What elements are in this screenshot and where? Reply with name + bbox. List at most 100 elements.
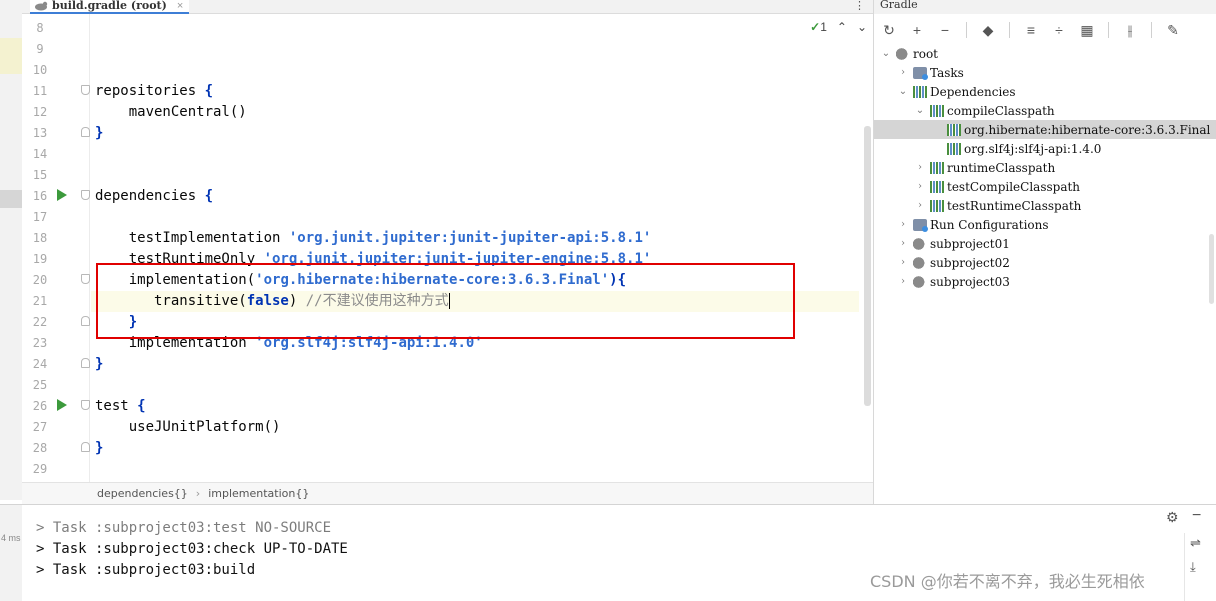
chevron-down-icon[interactable]: ⌄ <box>897 86 909 97</box>
tree-item-label: subproject03 <box>930 274 1010 289</box>
chevron-right-icon[interactable]: › <box>914 162 926 173</box>
fold-marker[interactable] <box>81 274 90 284</box>
tree-item-subproject02[interactable]: › subproject02 <box>874 253 1216 272</box>
tab-build-gradle[interactable]: build.gradle (root) × <box>30 0 190 14</box>
chevron-up-icon[interactable]: ⌃ <box>837 20 847 34</box>
line-number: 28 <box>32 441 48 455</box>
tree-item-tasks[interactable]: › Tasks <box>874 63 1216 82</box>
fold-marker[interactable] <box>81 127 90 137</box>
fold-marker[interactable] <box>81 442 90 452</box>
tree-item-label: subproject02 <box>930 255 1010 270</box>
breadcrumb-item[interactable]: dependencies{} <box>97 487 188 500</box>
close-icon[interactable]: × <box>177 0 183 12</box>
run-icon[interactable] <box>57 399 67 411</box>
fold-marker[interactable] <box>81 400 90 410</box>
code-line-27: useJUnitPlatform() <box>95 419 281 435</box>
library-icon <box>947 123 961 136</box>
tree-item-label: compileClasspath <box>947 103 1055 118</box>
scroll-to-end-icon[interactable]: ⤓ <box>1190 559 1196 575</box>
reload-icon[interactable]: ↻ <box>882 23 896 37</box>
breadcrumb: dependencies{} › implementation{} <box>22 482 873 504</box>
chevron-right-icon[interactable]: › <box>897 276 909 287</box>
add-icon[interactable]: + <box>910 23 924 37</box>
collapse-all-icon[interactable]: ÷ <box>1052 23 1066 37</box>
tree-item-compileclasspath[interactable]: ⌄ compileClasspath <box>874 101 1216 120</box>
line-number: 21 <box>32 294 48 308</box>
check-icon: ✓ <box>810 20 821 34</box>
tree-item-label: runtimeClasspath <box>947 160 1056 175</box>
tree-item-subproject03[interactable]: › subproject03 <box>874 272 1216 291</box>
line-number: 26 <box>32 399 48 413</box>
line-number: 25 <box>32 378 48 392</box>
strip-highlight <box>0 190 22 208</box>
fold-marker[interactable] <box>81 190 90 200</box>
more-tabs-icon[interactable]: ⋮ <box>854 0 865 12</box>
tree-item-root[interactable]: ⌄ root <box>874 44 1216 63</box>
tree-item-testruntimeclasspath[interactable]: › testRuntimeClasspath <box>874 196 1216 215</box>
code-line-26: test { <box>95 398 146 414</box>
line-number: 20 <box>32 273 48 287</box>
breadcrumb-item[interactable]: implementation{} <box>208 487 309 500</box>
line-number: 16 <box>32 189 48 203</box>
toolbar-separator <box>1151 22 1152 38</box>
line-number: 13 <box>32 126 48 140</box>
library-icon <box>930 104 944 117</box>
code-line-28: } <box>95 440 104 456</box>
tree-item-dependencies[interactable]: ⌄ Dependencies <box>874 82 1216 101</box>
gradle-elephant-icon <box>913 275 927 288</box>
gradle-tool-window: Gradle ↻ + − ◆ ≡ ÷ ▦ ⫲ ✎ ⌄ root › Tasks … <box>873 0 1216 504</box>
wrench-icon[interactable]: ✎ <box>1166 23 1180 37</box>
tree-item-runtimeclasspath[interactable]: › runtimeClasspath <box>874 158 1216 177</box>
tree-item-testcompileclasspath[interactable]: › testCompileClasspath <box>874 177 1216 196</box>
tree-item-subproject01[interactable]: › subproject01 <box>874 234 1216 253</box>
console-left-strip: 4 ms <box>0 505 22 601</box>
gradle-scrollbar[interactable] <box>1209 234 1214 304</box>
editor-scrollbar[interactable] <box>864 126 871 406</box>
console-line: > Task :subproject03:test NO-SOURCE <box>36 520 332 536</box>
soft-wrap-icon[interactable]: ⇌ <box>1190 535 1201 551</box>
inspection-widget[interactable]: ✓1 ⌃ ⌄ <box>810 20 867 34</box>
code-editor[interactable]: 8 9 10 11 12 13 14 15 16 17 18 19 20 21 … <box>22 14 873 482</box>
chevron-down-icon[interactable]: ⌄ <box>857 20 867 34</box>
minimize-icon[interactable]: − <box>1192 507 1201 525</box>
chevron-right-icon[interactable]: › <box>897 238 909 249</box>
fold-marker[interactable] <box>81 85 90 95</box>
left-tool-strip <box>0 0 22 500</box>
chevron-right-icon[interactable]: › <box>914 181 926 192</box>
line-number: 11 <box>32 84 48 98</box>
tree-item-slf4j-api[interactable]: org.slf4j:slf4j-api:1.4.0 <box>874 139 1216 158</box>
console-line: > Task :subproject03:build <box>36 562 256 578</box>
tree-item-hibernate-core[interactable]: org.hibernate:hibernate-core:3.6.3.Final <box>874 120 1216 139</box>
chevron-down-icon[interactable]: ⌄ <box>914 105 926 116</box>
offline-mode-icon[interactable]: ⫲ <box>1123 23 1137 37</box>
expand-all-icon[interactable]: ≡ <box>1024 23 1038 37</box>
line-number: 27 <box>32 420 48 434</box>
library-icon <box>930 199 944 212</box>
library-icon <box>947 142 961 155</box>
remove-icon[interactable]: − <box>938 23 952 37</box>
watermark: CSDN @你若不离不弃，我必生死相依 <box>870 572 1145 591</box>
tree-item-label: Dependencies <box>930 84 1016 99</box>
fold-marker[interactable] <box>81 316 90 326</box>
tree-item-run-configurations[interactable]: › Run Configurations <box>874 215 1216 234</box>
chevron-right-icon[interactable]: › <box>897 67 909 78</box>
chevron-right-icon[interactable]: › <box>914 200 926 211</box>
fold-marker[interactable] <box>81 358 90 368</box>
library-icon <box>930 161 944 174</box>
tree-item-label: Run Configurations <box>930 217 1049 232</box>
line-number: 14 <box>32 147 48 161</box>
console-line: > Task :subproject03:check UP-TO-DATE <box>36 541 348 557</box>
gear-icon[interactable]: ⚙ <box>1166 509 1179 526</box>
line-number: 15 <box>32 168 48 182</box>
chevron-right-icon[interactable]: › <box>897 257 909 268</box>
code-line-11: repositories { <box>95 83 214 99</box>
folder-icon <box>913 218 928 232</box>
chevron-right-icon[interactable]: › <box>897 219 909 230</box>
chevron-down-icon[interactable]: ⌄ <box>880 48 892 59</box>
group-modules-icon[interactable]: ▦ <box>1080 23 1094 37</box>
execute-task-icon[interactable]: ◆ <box>981 23 995 37</box>
library-icon <box>930 180 944 193</box>
inspection-count: 1 <box>820 20 827 34</box>
gradle-elephant-icon <box>896 47 910 60</box>
run-icon[interactable] <box>57 189 67 201</box>
